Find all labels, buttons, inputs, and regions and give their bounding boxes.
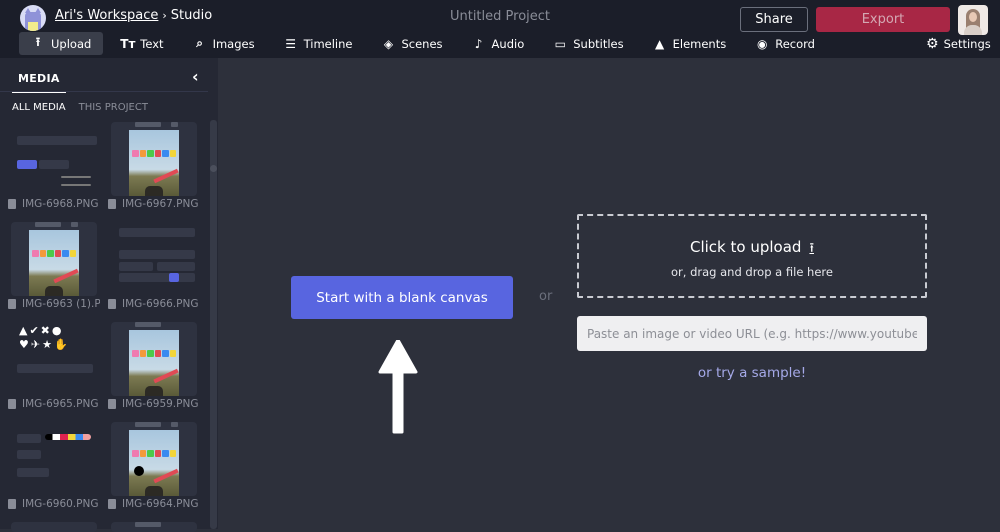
file-icon (108, 399, 116, 409)
divider (0, 91, 208, 92)
nav-label: Upload (51, 36, 92, 51)
media-item[interactable]: IMG-6964.PNG (108, 420, 200, 516)
nav-images[interactable]: ⌕ Images (181, 32, 267, 55)
media-item[interactable]: IMG-6960.PNG (8, 420, 100, 516)
media-sidebar: MEDIA ‹ ALL MEDIA THIS PROJECT IMG-6968.… (0, 58, 218, 532)
file-icon (108, 199, 116, 209)
breadcrumb-separator: › (162, 9, 167, 22)
timeline-icon: ☰ (285, 36, 296, 51)
media-filename: IMG-6959.PNG (108, 398, 200, 410)
nav-upload[interactable]: ⭱ Upload (19, 32, 104, 55)
toolbar-nav: ⭱ Upload Tт Text ⌕ Images ☰ Timeline ◈ Scenes… (19, 32, 832, 55)
nav-label: Text (140, 36, 164, 51)
file-icon (8, 499, 16, 509)
nav-label: Audio (491, 36, 525, 51)
nav-label: Record (775, 36, 815, 51)
export-button[interactable]: Export (816, 7, 950, 32)
media-filename: IMG-6960.PNG (8, 498, 100, 510)
sidebar-scrollbar[interactable] (210, 120, 217, 529)
nav-timeline[interactable]: ☰ Timeline (272, 32, 365, 55)
media-filename: IMG-6965.PNG (8, 398, 100, 410)
blank-canvas-button[interactable]: Start with a blank canvas (291, 276, 513, 319)
breadcrumb: Ari's Workspace › Studio (55, 8, 212, 23)
workspace-logo-icon[interactable] (20, 5, 46, 31)
media-filename: IMG-6963 (1).P... (8, 298, 100, 310)
media-filename: IMG-6967.PNG (108, 198, 200, 210)
nav-label: Subtitles (573, 36, 624, 51)
nav-label: Timeline (303, 36, 353, 51)
top-bar: Ari's Workspace › Studio Untitled Project … (0, 0, 1000, 58)
media-item[interactable]: ▲✔✖● ♥✈★✋ IMG-6965.PNG (8, 320, 100, 416)
subtitles-icon: ▭ (554, 36, 566, 51)
or-label: or (539, 289, 553, 304)
media-thumbnail (11, 422, 97, 496)
tab-media[interactable]: MEDIA (12, 70, 66, 93)
media-filename: IMG-6966.PNG (108, 298, 200, 310)
nav-subtitles[interactable]: ▭ Subtitles (541, 32, 635, 55)
file-icon (8, 399, 16, 409)
media-item[interactable]: IMG-6968.PNG (8, 120, 100, 216)
workspace-link[interactable]: Ari's Workspace (55, 8, 158, 23)
nav-record[interactable]: ◉ Record (743, 32, 827, 55)
arrow-up-icon (378, 340, 418, 434)
media-item[interactable]: IMG-6959.PNG (108, 320, 200, 416)
upload-icon: ⭱ (809, 241, 814, 256)
search-icon: ⌕ (196, 36, 203, 50)
media-thumbnail (111, 122, 197, 196)
media-thumbnail (111, 422, 197, 496)
shapes-icon: ▲ (654, 36, 665, 51)
nav-label: Scenes (401, 36, 443, 51)
media-thumbnail (11, 222, 97, 296)
layers-icon: ◈ (383, 36, 394, 51)
nav-label: Images (212, 36, 255, 51)
breadcrumb-current: Studio (170, 8, 213, 23)
scrollbar-thumb[interactable] (210, 165, 217, 172)
media-thumbnail: ▲✔✖● ♥✈★✋ (11, 322, 97, 396)
media-filter-tabs: ALL MEDIA THIS PROJECT (12, 102, 148, 113)
tab-this-project[interactable]: THIS PROJECT (79, 102, 148, 113)
media-item[interactable]: IMG-6967.PNG (108, 120, 200, 216)
nav-label: Elements (672, 36, 727, 51)
file-icon (8, 299, 16, 309)
media-thumbnail (111, 522, 197, 532)
settings-label: Settings (943, 37, 991, 51)
url-input[interactable] (577, 316, 927, 351)
record-icon: ◉ (756, 36, 768, 51)
nav-scenes[interactable]: ◈ Scenes (369, 32, 454, 55)
media-thumbnail (111, 222, 197, 296)
settings-button[interactable]: ⚙ Settings (926, 36, 991, 52)
upload-title: Click to upload (690, 238, 802, 256)
text-icon: Tт (120, 36, 136, 51)
nav-audio[interactable]: ♪ Audio (460, 32, 537, 55)
main-canvas-area: Start with a blank canvas or Click to up… (218, 58, 1000, 529)
upload-subtitle: or, drag and drop a file here (671, 265, 833, 279)
nav-elements[interactable]: ▲ Elements (641, 32, 739, 55)
music-note-icon: ♪ (474, 36, 483, 51)
media-filename: IMG-6964.PNG (108, 498, 200, 510)
media-item[interactable]: IMG-6966.PNG (108, 220, 200, 316)
media-thumbnail (11, 122, 97, 196)
media-thumbnail (11, 522, 97, 532)
upload-dropzone[interactable]: Click to upload ⭱ or, drag and drop a fil… (577, 214, 927, 298)
share-button[interactable]: Share (740, 7, 808, 32)
nav-text[interactable]: Tт Text (108, 32, 175, 55)
media-item[interactable]: IMG-6963 (1).P... (8, 220, 100, 316)
file-icon (108, 499, 116, 509)
media-filename: IMG-6968.PNG (8, 198, 100, 210)
collapse-sidebar-icon[interactable]: ‹ (192, 67, 199, 86)
tab-all-media[interactable]: ALL MEDIA (12, 102, 66, 113)
file-icon (108, 299, 116, 309)
file-icon (8, 199, 16, 209)
project-title[interactable]: Untitled Project (450, 9, 550, 24)
try-sample-link[interactable]: or try a sample! (577, 365, 927, 381)
upload-icon: ⭱ (35, 35, 41, 49)
media-thumbnail (111, 322, 197, 396)
user-avatar[interactable] (958, 5, 988, 35)
gear-icon: ⚙ (926, 36, 939, 52)
